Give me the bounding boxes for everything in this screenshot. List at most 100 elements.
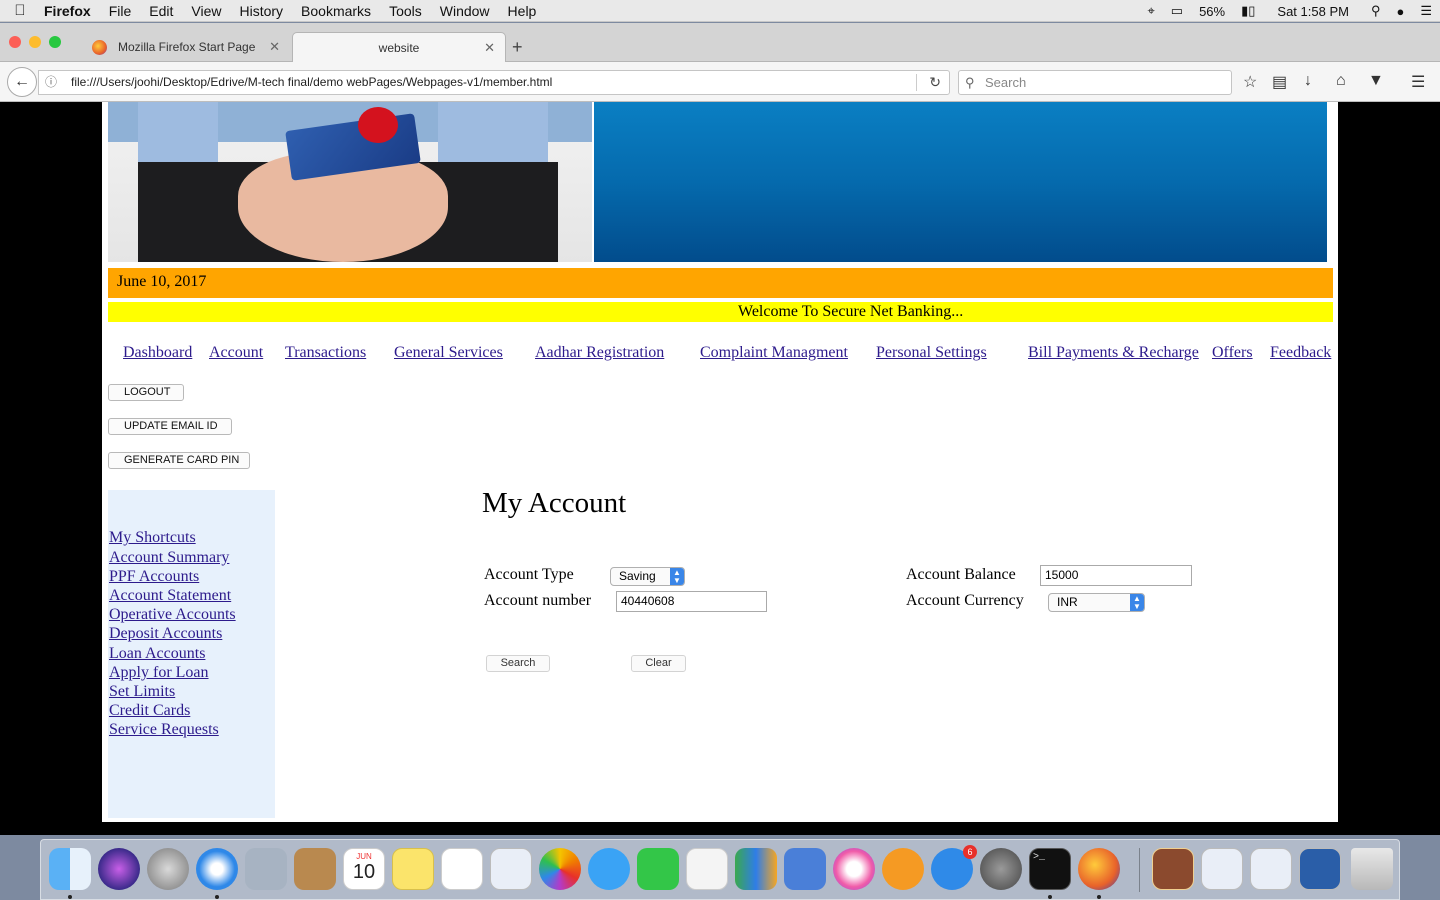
menu-tools[interactable]: Tools [380,0,431,22]
clear-button[interactable]: Clear [631,655,686,672]
account-type-label: Account Type [484,566,574,583]
pages-icon[interactable] [686,848,728,890]
keynote-icon[interactable] [784,848,826,890]
notification-center-icon[interactable]: ☰ [1412,3,1440,19]
calendar-month: JUN [356,852,372,861]
trash-icon[interactable] [1351,848,1393,890]
nav-transactions[interactable]: Transactions [285,344,366,362]
itunes-icon[interactable] [833,848,875,890]
back-button[interactable]: ← [7,67,37,97]
reminders-icon[interactable] [441,848,483,890]
downloads-icon[interactable]: ↓ [1304,72,1312,90]
safari-icon[interactable] [196,848,238,890]
menu-help[interactable]: Help [499,0,546,22]
sidebar-item-credit-cards[interactable]: Credit Cards [109,702,190,720]
nav-bill-payments-recharge[interactable]: Bill Payments & Recharge [1028,344,1199,362]
dock-keyboard-viewer-2-icon[interactable] [1250,848,1292,890]
account-currency-select[interactable]: INR ▲ ▼ [1048,593,1145,612]
menu-bookmarks[interactable]: Bookmarks [292,0,380,22]
nav-feedback[interactable]: Feedback [1270,344,1331,362]
system-preferences-icon[interactable] [980,848,1022,890]
banner-gift-image [108,102,592,262]
wifi-icon[interactable]: ⌖ [1139,3,1162,19]
search-input[interactable]: ⚲ Search [958,70,1232,95]
preview-photos-icon[interactable] [490,848,532,890]
firefox-dock-icon[interactable] [1078,848,1120,890]
menu-file[interactable]: File [100,0,141,22]
menu-app-firefox[interactable]: Firefox [40,0,100,22]
sidebar-item-deposit-accounts[interactable]: Deposit Accounts [109,625,222,643]
home-icon[interactable]: ⌂ [1336,72,1346,90]
sidebar-item-operative-accounts[interactable]: Operative Accounts [109,606,236,624]
nav-aadhar-registration[interactable]: Aadhar Registration [535,344,664,362]
account-type-select[interactable]: Saving ▲ ▼ [610,567,685,586]
sidebar-item-service-requests[interactable]: Service Requests [109,721,219,739]
bookmarks-library-icon[interactable]: ▤ [1272,72,1287,92]
siri-icon[interactable]: ● [1388,4,1412,19]
mail-eagle-icon[interactable] [245,848,287,890]
messages-icon[interactable] [588,848,630,890]
sidebar-item-my-shortcuts[interactable]: My Shortcuts [109,529,196,547]
sidebar-item-apply-for-loan[interactable]: Apply for Loan [109,664,209,682]
account-type-value: Saving [619,569,656,583]
dock-screenshot-icon[interactable] [1299,848,1341,890]
apple-icon[interactable]:  [0,2,40,19]
nav-offers[interactable]: Offers [1212,344,1253,362]
pocket-icon[interactable]: ▼ [1368,72,1384,90]
url-bar[interactable]: ⓘ file:///Users/joohi/Desktop/Edrive/M-t… [38,70,950,95]
photos-icon[interactable] [539,848,581,890]
ibooks-icon[interactable] [882,848,924,890]
nav-general-services[interactable]: General Services [394,344,503,362]
tab-firefox-start-page[interactable]: Mozilla Firefox Start Page ✕ [84,32,290,62]
zoom-window-button[interactable] [49,36,61,48]
bookmark-star-icon[interactable]: ☆ [1243,72,1257,92]
account-number-field[interactable]: 40440608 [616,591,767,612]
sidebar-item-account-statement[interactable]: Account Statement [109,587,231,605]
facetime-icon[interactable] [637,848,679,890]
nav-complaint-managment[interactable]: Complaint Managment [700,344,848,362]
siri-icon[interactable] [98,848,140,890]
close-tab-icon[interactable]: ✕ [269,32,280,62]
hamburger-menu-icon[interactable]: ☰ [1411,72,1425,92]
select-arrows-icon: ▲ ▼ [670,568,684,585]
close-window-button[interactable] [9,36,21,48]
close-tab-icon[interactable]: ✕ [484,33,495,63]
sidebar-item-set-limits[interactable]: Set Limits [109,683,175,701]
sidebar-item-ppf-accounts[interactable]: PPF Accounts [109,568,199,586]
dock-document-icon[interactable] [1152,848,1194,890]
nav-dashboard[interactable]: Dashboard [123,344,192,362]
firefox-window: Mozilla Firefox Start Page ✕ website ✕ +… [0,23,1440,835]
logout-button[interactable]: LOGOUT [108,384,184,401]
menubar-clock[interactable]: Sat 1:58 PM [1263,4,1363,19]
reload-icon[interactable]: ↻ [929,71,941,94]
terminal-icon[interactable]: >_ [1029,848,1071,890]
generate-card-pin-button[interactable]: GENERATE CARD PIN [108,452,250,469]
sidebar-item-account-summary[interactable]: Account Summary [109,549,229,567]
numbers-icon[interactable] [735,848,777,890]
menu-view[interactable]: View [182,0,230,22]
spotlight-icon[interactable]: ⚲ [1363,3,1389,19]
nav-personal-settings[interactable]: Personal Settings [876,344,987,362]
nav-account[interactable]: Account [209,344,263,362]
menu-history[interactable]: History [230,0,292,22]
finder-icon[interactable] [49,848,91,890]
calendar-icon[interactable]: JUN 10 [343,848,385,890]
menu-edit[interactable]: Edit [140,0,182,22]
battery-percent[interactable]: 56% [1191,4,1233,19]
dock-keyboard-viewer-icon[interactable] [1201,848,1243,890]
new-tab-icon[interactable]: + [512,37,523,58]
macos-menubar:  Firefox File Edit View History Bookmar… [0,0,1440,22]
account-balance-field[interactable]: 15000 [1040,565,1192,586]
notes-icon[interactable] [392,848,434,890]
battery-icon[interactable]: ▮▯ [1233,3,1263,19]
update-email-button[interactable]: UPDATE EMAIL ID [108,418,232,435]
tab-website[interactable]: website ✕ [292,32,506,62]
airplay-icon[interactable]: ▭ [1163,3,1191,19]
sidebar-item-loan-accounts[interactable]: Loan Accounts [109,645,205,663]
search-button[interactable]: Search [486,655,550,672]
minimize-window-button[interactable] [29,36,41,48]
info-icon[interactable]: ⓘ [45,71,57,94]
contacts-icon[interactable] [294,848,336,890]
menu-window[interactable]: Window [431,0,499,22]
launchpad-icon[interactable] [147,848,189,890]
